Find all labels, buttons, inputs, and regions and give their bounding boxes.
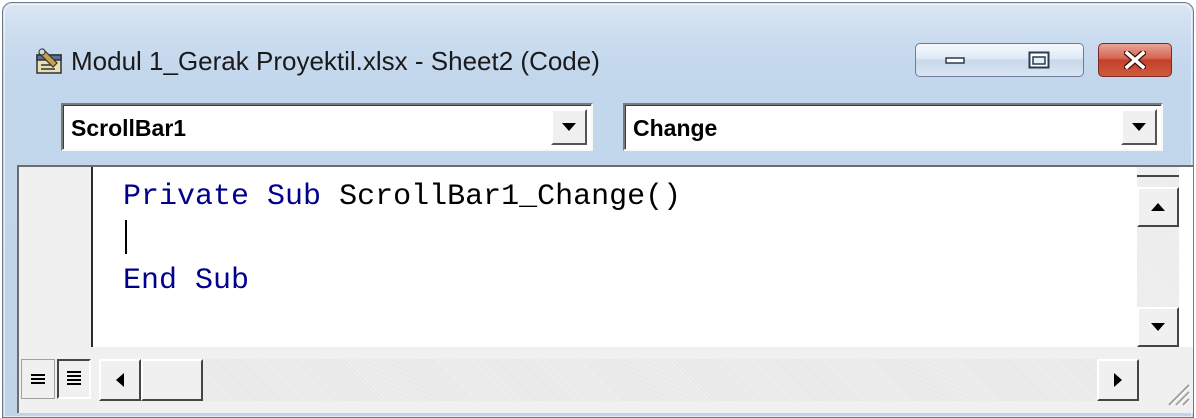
scroll-right-button[interactable] <box>1097 359 1139 401</box>
scroll-down-button[interactable] <box>1137 307 1179 347</box>
arrow-down-icon <box>1151 323 1165 331</box>
object-dropdown-button[interactable] <box>551 109 587 145</box>
vba-code-window-icon <box>36 48 62 74</box>
scroll-left-button[interactable] <box>99 359 141 401</box>
procedure-view-icon <box>31 374 45 384</box>
keyword-private: Private <box>123 180 250 214</box>
minimize-icon <box>945 57 965 64</box>
close-icon <box>1124 51 1146 69</box>
code-window: Modul 1_Gerak Proyektil.xlsx - Sheet2 (C… <box>2 2 1194 418</box>
procedure-dropdown-button[interactable] <box>1121 109 1157 145</box>
horizontal-scrollbar[interactable] <box>141 359 1137 401</box>
maximize-button[interactable] <box>994 43 1084 77</box>
close-button[interactable] <box>1098 43 1172 77</box>
minimize-button[interactable] <box>915 43 995 77</box>
scroll-up-button[interactable] <box>1137 187 1179 227</box>
margin-indicator-bar[interactable] <box>19 167 93 347</box>
full-module-view-button[interactable] <box>57 359 91 399</box>
procedure-view-button[interactable] <box>21 359 55 399</box>
arrow-left-icon <box>116 373 124 387</box>
vertical-scroll-thumb[interactable] <box>1137 167 1179 177</box>
code-editor: Private Sub ScrollBar1_Change() End Sub <box>17 165 1193 413</box>
arrow-right-icon <box>1114 373 1122 387</box>
code-line-3: End Sub <box>123 264 249 298</box>
window-title: Modul 1_Gerak Proyektil.xlsx - Sheet2 (C… <box>71 46 600 76</box>
full-module-view-icon <box>67 371 81 385</box>
procedure-name: ScrollBar1_Change() <box>339 180 682 214</box>
procedure-combobox[interactable]: Change <box>623 103 1163 151</box>
object-combobox-value: ScrollBar1 <box>71 115 187 141</box>
code-line-1: Private Sub ScrollBar1_Change() <box>123 180 681 214</box>
chevron-down-icon <box>562 123 576 131</box>
chevron-down-icon <box>1132 123 1146 131</box>
arrow-up-icon <box>1151 203 1165 211</box>
code-pane[interactable]: Private Sub ScrollBar1_Change() End Sub <box>93 167 1133 347</box>
keyword-sub-end: Sub <box>195 264 250 298</box>
bottom-toolbar <box>19 347 1193 413</box>
text-caret <box>125 220 127 254</box>
object-combobox[interactable]: ScrollBar1 <box>61 103 593 151</box>
keyword-sub: Sub <box>267 180 322 214</box>
resize-grip-icon[interactable] <box>1163 379 1191 407</box>
maximize-icon <box>1028 51 1049 69</box>
keyword-end: End <box>123 264 178 298</box>
title-bar[interactable]: Modul 1_Gerak Proyektil.xlsx - Sheet2 (C… <box>3 3 1193 87</box>
horizontal-scroll-thumb[interactable] <box>141 359 203 401</box>
procedure-combobox-value: Change <box>633 115 718 141</box>
vertical-scrollbar[interactable] <box>1137 167 1179 347</box>
